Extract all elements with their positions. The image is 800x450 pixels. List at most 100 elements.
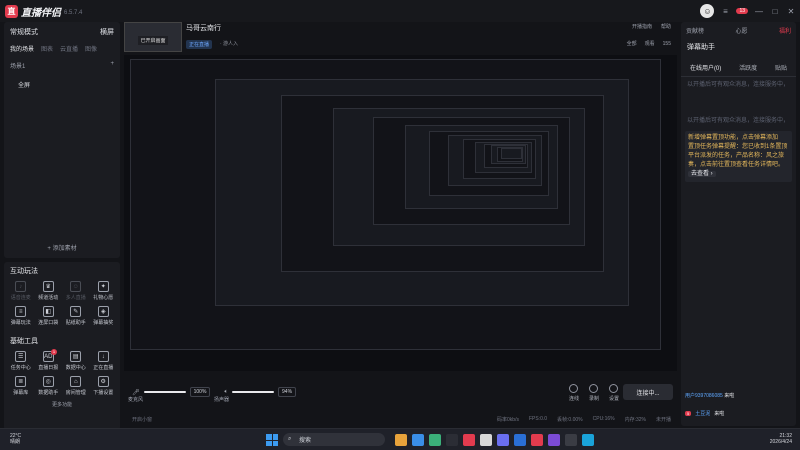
taskbar-app-icon[interactable] [565, 434, 577, 446]
tools-panel: 互动玩法 ♪ 语音连麦 ♛ 频道活动 ☺ 多人直播 ✦ 礼物心愿 ≡ 弹幕玩法 ◧ 连屏口袋… [4, 262, 120, 430]
taskbar-app-icon[interactable] [429, 434, 441, 446]
mic-icon: ♪ [15, 281, 27, 292]
go-live-button[interactable]: 连接中... [623, 384, 673, 400]
tool-end-settings[interactable]: ⚙ 下播设置 [90, 376, 118, 396]
trophy-icon: ♛ [42, 281, 54, 292]
link-button[interactable]: 连线 [569, 384, 579, 402]
scene-name[interactable]: 场景1 [10, 61, 25, 70]
download-icon: ↓ [97, 351, 109, 362]
status-bar: 开启小窗 码率0kb/s FPS:0.0 丢帧:0.00% CPU:16% 内存… [124, 414, 677, 424]
taskbar-app-icon[interactable] [412, 434, 424, 446]
tool-danmaku-lib[interactable]: ≣ 弹幕库 [7, 376, 35, 396]
user-avatar[interactable]: ☺ [700, 4, 715, 18]
live-category-tag[interactable]: 正在直播 [186, 40, 213, 49]
tab-wish[interactable]: 心愿 [735, 26, 747, 35]
entry-message: 5 土豆泥 来啦 [685, 410, 792, 417]
taskbar-app-icon[interactable] [463, 434, 475, 446]
taskbar-app-icon[interactable] [548, 434, 560, 446]
tab-my-scene[interactable]: 我的场景 [10, 44, 34, 53]
app-version: 6.5.7.4 [64, 9, 83, 16]
taskbar-apps [395, 434, 594, 446]
speaker-volume-value[interactable]: 94% [278, 387, 297, 397]
mode-selector[interactable]: 常规模式 [10, 27, 38, 37]
mic-volume: 🎤︎ 100% [132, 387, 211, 397]
viewers-count: 155 [662, 40, 671, 47]
tool-task-center[interactable]: ☰ 任务中心 [7, 351, 35, 371]
mic-icon[interactable]: 🎤︎ [132, 389, 140, 396]
region-select[interactable]: 全部 [627, 40, 637, 47]
danmaku-panel: 贡献榜 心愿 福利 弹幕助手 在线用户(0) 活跃度 贴贴 以开播后可有观众消息… [681, 22, 796, 426]
mic-volume-value[interactable]: 100% [189, 387, 211, 397]
windows-taskbar: 22°C 晴朗 ⌕ 搜索 21:32 2026/4/24 [0, 428, 800, 450]
live-preview-canvas[interactable] [124, 55, 677, 371]
settings-button[interactable]: 设置 [609, 384, 619, 402]
notice-line: 置顶任务弹幕提醒：您已收到1条置顶 [688, 144, 788, 150]
scene-tabs: 我的场景 图表 云直播 图像 [4, 37, 120, 53]
tab-welfare[interactable]: 福利 [779, 26, 791, 35]
cover-thumbnail[interactable]: 已开启画面 [124, 22, 182, 52]
taskbar-app-icon[interactable] [514, 434, 526, 446]
section-interactive: 互动玩法 [10, 268, 38, 275]
taskbar-app-icon[interactable] [497, 434, 509, 446]
tool-voice-link[interactable]: ♪ 语音连麦 [7, 281, 35, 301]
danmaku-assistant-title: 弹幕助手 [687, 44, 715, 51]
taskbar-app-icon[interactable] [582, 434, 594, 446]
help-link[interactable]: 帮助 [661, 23, 671, 30]
orientation-toggle[interactable]: 横屏 [100, 27, 114, 37]
tool-daily-report[interactable]: 1 AD 直播日报 [35, 349, 63, 371]
maximize-button[interactable]: □ [770, 7, 780, 16]
taskbar-app-icon[interactable] [446, 434, 458, 446]
tool-room-manage[interactable]: ⌂ 房间管理 [62, 376, 90, 396]
sticker-icon: ✎ [70, 306, 82, 317]
minimize-button[interactable]: — [754, 7, 764, 16]
entry-user[interactable]: 土豆泥 [695, 410, 710, 417]
taskbar-app-icon[interactable] [395, 434, 407, 446]
tab-cloud[interactable]: 云直播 [60, 44, 78, 53]
scene-add-icon[interactable]: + [110, 61, 114, 70]
more-functions-link[interactable]: 更多功能 [4, 401, 120, 408]
taskbar-app-icon[interactable] [480, 434, 492, 446]
tab-online-users[interactable]: 在线用户(0) [690, 63, 721, 72]
tool-data-assistant[interactable]: ◎ 数据助手 [35, 376, 63, 396]
tool-now-live[interactable]: ↓ 正在直播 [90, 351, 118, 371]
tool-danmaku-play[interactable]: ≡ 弹幕玩法 [7, 306, 35, 326]
tab-contribution[interactable]: 贡献榜 [686, 26, 704, 35]
live-sub-tag: · 游人入 [220, 41, 239, 47]
taskbar-app-icon[interactable] [531, 434, 543, 446]
tool-gift-wish[interactable]: ✦ 礼物心愿 [90, 281, 118, 301]
tool-lottery[interactable]: ◈ 弹幕抽奖 [90, 306, 118, 326]
speaker-icon[interactable]: 🔈︎ [224, 389, 228, 396]
taskbar-search[interactable]: ⌕ 搜索 [283, 433, 385, 446]
room-title[interactable]: 马哥云南行 [186, 23, 221, 33]
mic-volume-slider[interactable] [143, 391, 186, 393]
mini-window-toggle[interactable]: 开启小窗 [132, 416, 152, 423]
tool-sticker[interactable]: ✎ 贴纸助手 [62, 306, 90, 326]
tab-sticky[interactable]: 贴贴 [775, 63, 787, 72]
start-guide-link[interactable]: 开播指南 [632, 23, 652, 30]
pocket-icon: ◧ [42, 306, 54, 317]
tab-chart[interactable]: 图表 [41, 44, 53, 53]
source-item[interactable]: 全屏 [4, 78, 120, 91]
add-source-button[interactable]: + 添加素材 [4, 243, 120, 252]
section-basic-tools: 基础工具 [10, 338, 38, 345]
title-bar: 直 直播伴侣 6.5.7.4 ☺ ≡ 13 — □ ✕ [0, 0, 800, 22]
tool-data-center[interactable]: ▤ 数据中心 [62, 351, 90, 371]
record-button[interactable]: 录制 [589, 384, 599, 402]
tool-multi-live[interactable]: ☺ 多人直播 [62, 281, 90, 301]
close-button[interactable]: ✕ [786, 7, 796, 16]
system-clock[interactable]: 21:32 2026/4/24 [770, 433, 792, 445]
tool-pocket[interactable]: ◧ 连屏口袋 [35, 306, 63, 326]
notification-badge[interactable]: 13 [736, 8, 748, 14]
speaker-volume-slider[interactable] [232, 391, 275, 393]
menu-icon[interactable]: ≡ [720, 7, 730, 16]
view-task-link[interactable]: 去查看 › [688, 171, 716, 177]
tab-activity[interactable]: 活跃度 [739, 63, 757, 72]
weather-widget[interactable]: 22°C 晴朗 [10, 433, 21, 445]
stat-live-state: 未开播 [655, 416, 671, 423]
windows-start-icon[interactable] [266, 434, 278, 446]
gift-user[interactable]: 用户9397086085 [685, 393, 723, 399]
tab-image[interactable]: 图像 [85, 44, 97, 53]
mic-label: 麦克风 [128, 397, 144, 403]
tool-channel-activity[interactable]: ♛ 频道活动 [35, 281, 63, 301]
nested-preview-frame [500, 147, 522, 160]
